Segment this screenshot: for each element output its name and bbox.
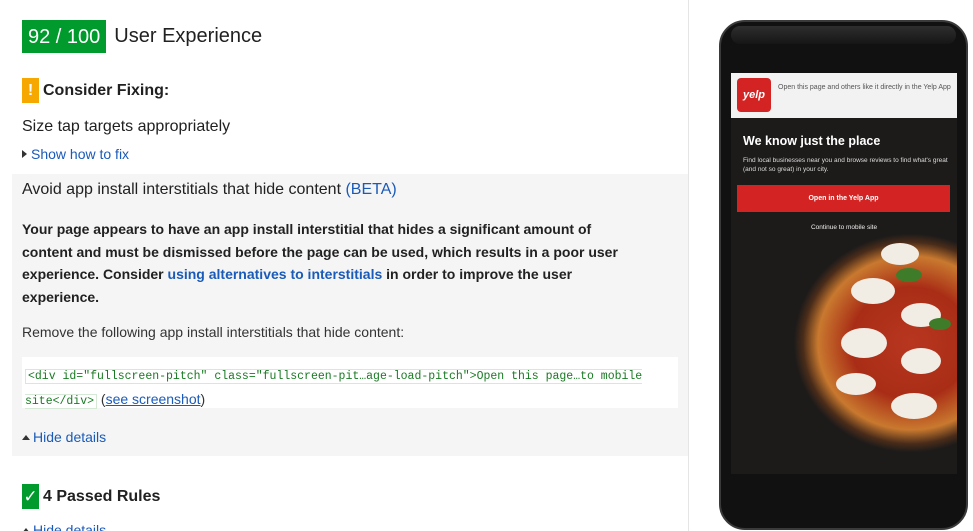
consider-fixing-header: ! Consider Fixing:: [22, 78, 169, 103]
cheese-shape: [851, 278, 895, 304]
checkmark-icon: ✓: [22, 484, 39, 509]
see-screenshot: (see screenshot): [101, 391, 205, 407]
passed-hide-details-label: Hide details: [33, 522, 107, 531]
app-banner: yelp Open this page and others like it d…: [731, 73, 957, 118]
passed-hide-details-link[interactable]: Hide details: [22, 522, 106, 531]
show-how-to-fix-label: Show how to fix: [31, 146, 130, 162]
results-panel: 92 / 100 User Experience ! Consider Fixi…: [0, 0, 689, 531]
see-close: ): [200, 391, 206, 407]
code-snippet-box: <div id="fullscreen-pitch" class="fullsc…: [22, 357, 678, 409]
hide-details-link[interactable]: Hide details: [22, 429, 106, 445]
cheese-shape: [901, 348, 941, 374]
rule-title-text: Avoid app install interstitials that hid…: [22, 181, 342, 198]
passed-rules-label: 4 Passed Rules: [43, 487, 161, 505]
phone-top-bezel: [731, 26, 956, 44]
panel-divider: [688, 0, 689, 531]
cheese-shape: [881, 243, 919, 265]
show-how-to-fix-link[interactable]: Show how to fix: [22, 146, 129, 162]
interstitial-rule-details: Avoid app install interstitials that hid…: [12, 174, 688, 456]
phone-screen: yelp Open this page and others like it d…: [731, 73, 957, 474]
score-header: 92 / 100 User Experience: [22, 20, 262, 53]
collapse-arrow-icon: [22, 434, 30, 440]
cheese-shape: [891, 393, 937, 419]
consider-fixing-label: Consider Fixing:: [43, 81, 170, 99]
alternatives-link[interactable]: using alternatives to interstitials: [168, 266, 383, 282]
remove-label: Remove the following app install interst…: [22, 324, 405, 340]
app-banner-text: Open this page and others like it direct…: [778, 84, 951, 91]
basil-leaf: [896, 268, 922, 282]
passed-rules-header: ✓ 4 Passed Rules: [22, 484, 160, 509]
continue-to-mobile-link: Continue to mobile site: [810, 224, 878, 231]
section-title: User Experience: [114, 25, 263, 47]
open-in-app-button: Open in the Yelp App: [737, 185, 950, 212]
pitch-title: We know just the place: [743, 134, 881, 148]
yelp-logo: yelp: [737, 78, 771, 112]
cheese-shape: [841, 328, 887, 358]
pitch-subtitle: Find local businesses near you and brows…: [743, 157, 948, 173]
hide-details-label: Hide details: [33, 429, 107, 445]
phone-screenshot: yelp Open this page and others like it d…: [719, 20, 968, 530]
cheese-shape: [836, 373, 876, 395]
expand-arrow-icon: [22, 150, 27, 158]
collapse-arrow-icon: [22, 527, 30, 531]
rule-title-tap-targets: Size tap targets appropriately: [22, 118, 231, 135]
warning-icon: !: [22, 78, 39, 103]
see-screenshot-link[interactable]: see screenshot: [106, 391, 201, 407]
rule-description: Your page appears to have an app install…: [22, 218, 642, 308]
score-badge: 92 / 100: [22, 20, 107, 53]
rule-title-interstitials: Avoid app install interstitials that hid…: [22, 181, 397, 199]
beta-tag: (BETA): [345, 181, 397, 198]
basil-leaf: [929, 318, 951, 330]
